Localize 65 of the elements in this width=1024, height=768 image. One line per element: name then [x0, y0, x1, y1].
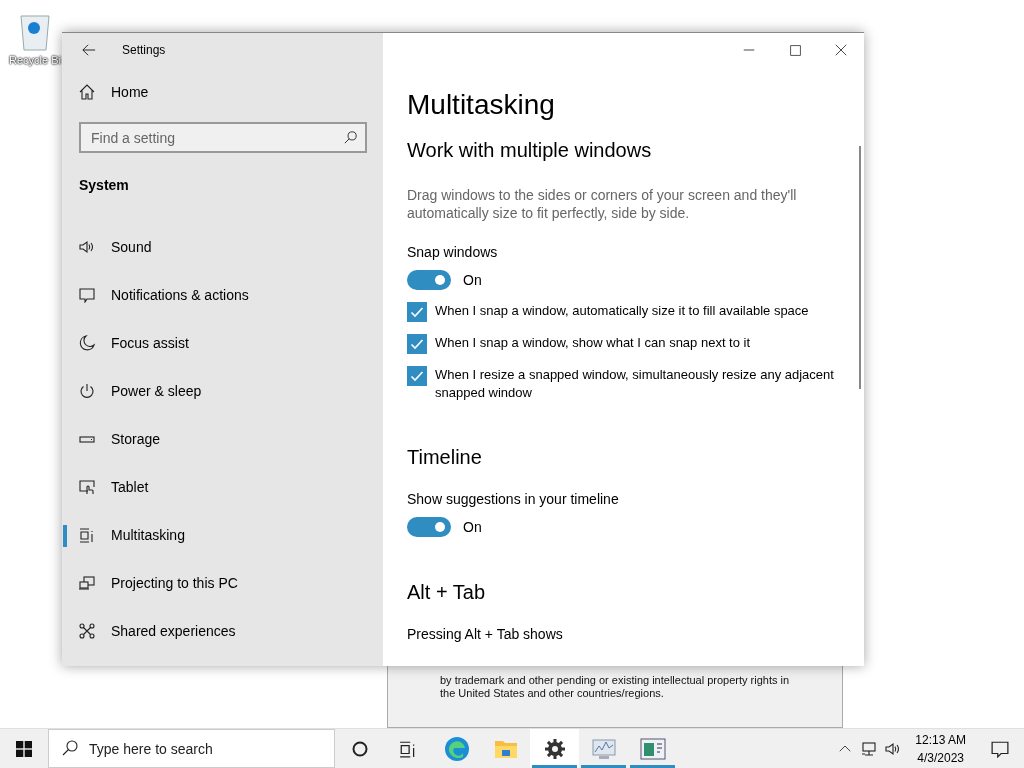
edge-browser-icon[interactable]: [443, 735, 470, 762]
sidebar-item[interactable]: Multitasking: [62, 511, 383, 559]
projecting-icon: [79, 575, 95, 591]
moon-icon: [79, 335, 95, 351]
tablet-touch-icon: [79, 479, 95, 495]
taskbar-app-button[interactable]: [530, 729, 579, 768]
sidebar-item[interactable]: Storage: [62, 415, 383, 463]
section-description: Drag windows to the sides or corners of your screen and they'll automatically size to fit perfectly, side by side.: [407, 186, 798, 222]
toggle-switch[interactable]: [407, 270, 451, 290]
section-heading: Alt + Tab: [407, 581, 487, 604]
home-icon: [79, 84, 95, 100]
network-icon: [861, 740, 878, 757]
task-view-icon: [399, 739, 417, 758]
speaker-icon: [79, 239, 95, 255]
sidebar-item[interactable]: Sound: [62, 223, 383, 271]
toggle-state-label: On: [463, 272, 482, 288]
checkbox-label: When I resize a snapped window, simultaneously resize any adjacent snapped window: [435, 366, 835, 402]
checkbox[interactable]: [407, 334, 427, 354]
four-squares-icon: [16, 740, 32, 757]
window-title: Settings: [122, 43, 166, 57]
scrollbar[interactable]: [859, 146, 861, 389]
toggle-state-label: On: [463, 519, 482, 535]
sidebar-item[interactable]: Shared experiences: [62, 607, 383, 655]
search-icon: [62, 740, 78, 756]
speech-bubble-icon: [991, 739, 1009, 758]
close-icon: [835, 44, 847, 56]
taskbar-search-field[interactable]: Type here to search: [48, 729, 335, 768]
section-heading: Timeline: [407, 446, 483, 469]
sidebar-item[interactable]: Focus assist: [62, 319, 383, 367]
setting-label: Snap windows: [407, 244, 499, 260]
checkbox[interactable]: [407, 302, 427, 322]
page-title: Multitasking: [407, 89, 556, 121]
copyright-text: by trademark and other pending or existing intellectual property rights in the United States and other countries/regions.: [440, 674, 791, 700]
setting-label: Show suggestions in your timeline: [407, 491, 620, 507]
checkbox-label: When I snap a window, show what I can snap next to it: [435, 334, 751, 352]
home-nav-item[interactable]: Home: [62, 72, 383, 112]
back-arrow-icon: [82, 43, 96, 57]
settings-icon[interactable]: [543, 737, 566, 760]
checkbox-label: When I snap a window, automatically size it to fill available space: [435, 302, 809, 320]
sidebar-item[interactable]: Power & sleep: [62, 367, 383, 415]
system-info-icon[interactable]: [639, 736, 666, 761]
setting-label: Pressing Alt + Tab shows: [407, 626, 564, 642]
toggle-switch[interactable]: [407, 517, 451, 537]
group-heading: System: [78, 177, 130, 193]
recycle-bin-icon[interactable]: [17, 12, 53, 52]
section-heading: Work with multiple windows: [407, 139, 653, 162]
speaker-icon: [885, 740, 902, 757]
sidebar-item[interactable]: Notifications & actions: [62, 271, 383, 319]
sidebar-item[interactable]: Projecting to this PC: [62, 559, 383, 607]
circle-icon: [352, 740, 368, 757]
checkbox[interactable]: [407, 366, 427, 386]
power-icon: [79, 383, 95, 399]
speech-bubble-icon: [79, 287, 95, 303]
search-icon: [344, 131, 357, 144]
connected-nodes-icon: [79, 623, 95, 639]
maximize-icon: [789, 44, 801, 56]
checkmark-icon: [410, 369, 424, 383]
desktop-icon-label[interactable]: Recycle Bi: [9, 54, 61, 66]
performance-monitor-icon[interactable]: [590, 736, 617, 761]
checkmark-icon: [410, 337, 424, 351]
search-field[interactable]: Find a setting: [79, 122, 367, 153]
sidebar-item[interactable]: Tablet: [62, 463, 383, 511]
clock[interactable]: 12:13 AM 4/3/2023: [905, 729, 976, 768]
multitasking-icon: [79, 527, 95, 543]
checkmark-icon: [410, 305, 424, 319]
